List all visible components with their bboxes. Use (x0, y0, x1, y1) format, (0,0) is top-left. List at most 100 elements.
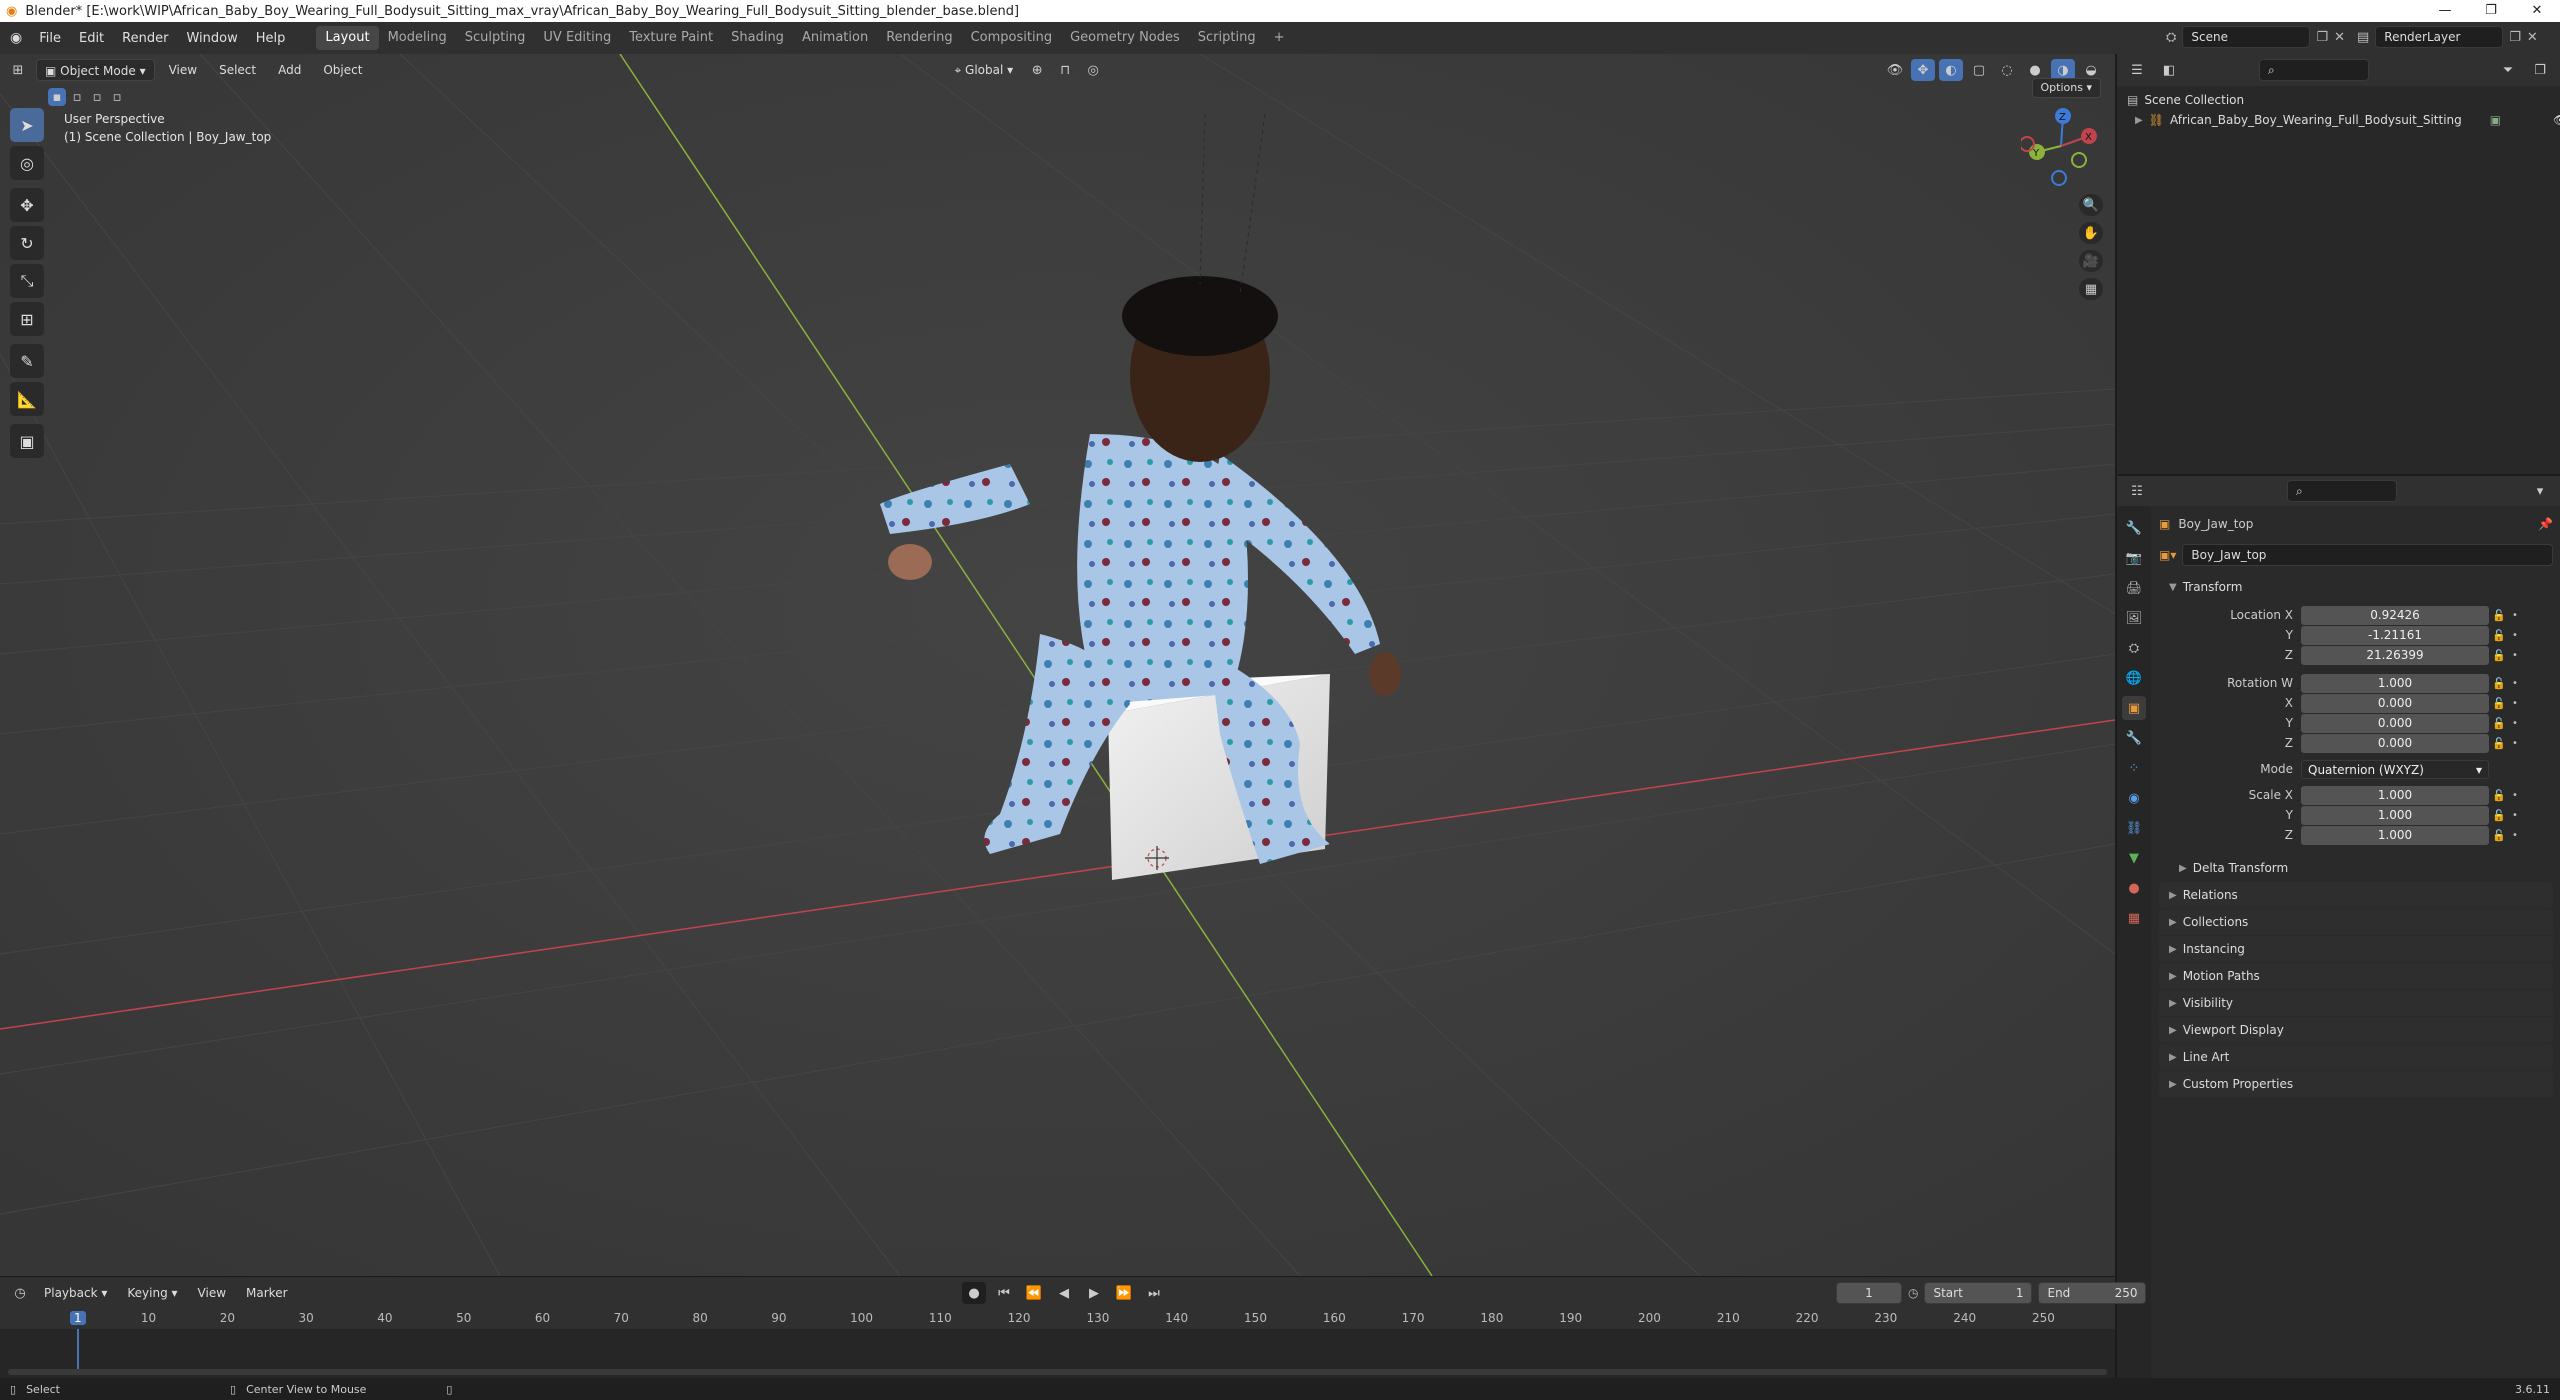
modifier-tab-icon[interactable]: 🔧 (2122, 726, 2146, 750)
add-workspace-button[interactable]: + (1265, 26, 1294, 50)
object-name-field[interactable]: Boy_Jaw_top (2182, 544, 2553, 566)
timeline-scrollbar[interactable] (8, 1369, 2107, 1375)
current-frame-field[interactable]: 1 (1836, 1282, 1902, 1304)
particles-tab-icon[interactable]: ⁘ (2122, 756, 2146, 780)
workspace-tab-animation[interactable]: Animation (793, 26, 877, 50)
properties-search-input[interactable]: ⌕ (2287, 480, 2397, 502)
wireframe-shading-icon[interactable]: ◌ (1995, 59, 2019, 81)
timeline-body[interactable] (0, 1329, 2115, 1379)
zoom-icon[interactable]: 🔍 (2079, 194, 2103, 216)
timeline-menu-playback[interactable]: Playback ▾ (36, 1282, 115, 1304)
motion-paths-panel[interactable]: ▶ Motion Paths (2159, 963, 2553, 989)
options-dropdown[interactable]: Options ▾ (2031, 78, 2101, 98)
viewport-menu-view[interactable]: View (161, 59, 205, 81)
view-layer-selector[interactable]: RenderLayer (2375, 26, 2504, 48)
clock-icon[interactable]: ◷ (1908, 1286, 1918, 1300)
timeline-ruler[interactable]: 1 10 20 30 40 50 60 70 80 90 100 110 120 130 140 150 160… (0, 1309, 2115, 1329)
transform-panel-header[interactable]: ▼ Transform (2159, 574, 2553, 600)
select-extend-icon[interactable]: ▫ (68, 88, 86, 106)
custom-properties-panel[interactable]: ▶ Custom Properties (2159, 1071, 2553, 1097)
delete-view-layer-icon[interactable]: ✕ (2527, 30, 2538, 45)
jump-end-icon[interactable]: ⏭ (1142, 1282, 1166, 1304)
new-scene-icon[interactable]: ❐ (2316, 30, 2328, 45)
texture-tab-icon[interactable]: ▦ (2122, 906, 2146, 930)
close-button[interactable]: ✕ (2514, 0, 2560, 22)
workspace-tab-shading[interactable]: Shading (722, 26, 793, 50)
scale-tool-icon[interactable]: ⤡ (10, 264, 44, 298)
scale-y-field[interactable]: 1.000 (2301, 805, 2489, 825)
lock-icon[interactable]: 🔓 (2489, 789, 2509, 802)
start-frame-field[interactable]: Start 1 (1924, 1282, 2033, 1304)
restore-button[interactable]: ❐ (2468, 0, 2514, 22)
rotate-tool-icon[interactable]: ↻ (10, 226, 44, 260)
play-reverse-icon[interactable]: ◀ (1052, 1282, 1076, 1304)
menu-edit[interactable]: Edit (70, 31, 113, 46)
snap-icon[interactable]: ⊓ (1053, 59, 1077, 81)
constraints-tab-icon[interactable]: ⛓ (2122, 816, 2146, 840)
lock-icon[interactable]: 🔓 (2489, 717, 2509, 730)
select-box-tool-icon[interactable]: ➤ (10, 108, 44, 142)
pin-icon[interactable]: 📌 (2538, 517, 2553, 531)
perspective-toggle-icon[interactable]: ▦ (2079, 278, 2103, 300)
measure-tool-icon[interactable]: 📐 (10, 382, 44, 416)
workspace-tab-geometry-nodes[interactable]: Geometry Nodes (1061, 26, 1189, 50)
data-tab-icon[interactable]: ▼ (2122, 846, 2146, 870)
object-tab-icon[interactable]: ▣ (2122, 696, 2146, 720)
new-view-layer-icon[interactable]: ❐ (2509, 30, 2521, 45)
relations-panel[interactable]: ▶ Relations (2159, 882, 2553, 908)
viewport-menu-add[interactable]: Add (270, 59, 309, 81)
visibility-icon[interactable]: 👁 (1883, 59, 1907, 81)
location-x-field[interactable]: 0.92426 (2301, 605, 2489, 625)
location-z-field[interactable]: 21.26399 (2301, 645, 2489, 665)
lock-icon[interactable]: 🔓 (2489, 629, 2509, 642)
workspace-tab-uv-editing[interactable]: UV Editing (534, 26, 620, 50)
menu-render[interactable]: Render (113, 31, 177, 46)
move-tool-icon[interactable]: ✥ (10, 188, 44, 222)
lock-icon[interactable]: 🔓 (2489, 829, 2509, 842)
jump-keyframe-forward-icon[interactable]: ⏩ (1112, 1282, 1136, 1304)
render-tab-icon[interactable]: 📷 (2122, 546, 2146, 570)
visibility-panel[interactable]: ▶ Visibility (2159, 990, 2553, 1016)
rotation-w-field[interactable]: 1.000 (2301, 673, 2489, 693)
workspace-tab-layout[interactable]: Layout (316, 26, 379, 50)
outliner-item[interactable]: ▶ ⛓ African_Baby_Boy_Wearing_Full_Bodysu… (2127, 110, 2560, 130)
location-y-field[interactable]: -1.21161 (2301, 625, 2489, 645)
scene-selector[interactable]: Scene (2182, 26, 2311, 48)
scale-z-field[interactable]: 1.000 (2301, 825, 2489, 845)
menu-file[interactable]: File (30, 31, 70, 46)
keyframe-dot-icon[interactable]: • (2509, 630, 2521, 641)
3d-viewport[interactable]: ⊞ ▣ Object Mode ▾ View Select Add Object… (0, 54, 2115, 1276)
select-intersect-icon[interactable]: ▫ (108, 88, 126, 106)
select-new-icon[interactable]: ▪ (48, 88, 66, 106)
workspace-tab-sculpting[interactable]: Sculpting (456, 26, 535, 50)
viewport-menu-object[interactable]: Object (315, 59, 370, 81)
line-art-panel[interactable]: ▶ Line Art (2159, 1044, 2553, 1070)
select-subtract-icon[interactable]: ▫ (88, 88, 106, 106)
minimize-button[interactable]: — (2422, 0, 2468, 22)
viewport-menu-select[interactable]: Select (211, 59, 264, 81)
material-tab-icon[interactable]: ● (2122, 876, 2146, 900)
editor-type-icon[interactable]: ☷ (2125, 480, 2149, 502)
menu-help[interactable]: Help (247, 31, 295, 46)
lock-icon[interactable]: 🔓 (2489, 737, 2509, 750)
jump-keyframe-back-icon[interactable]: ⏪ (1022, 1282, 1046, 1304)
workspace-tab-compositing[interactable]: Compositing (962, 26, 1062, 50)
scale-x-field[interactable]: 1.000 (2301, 785, 2489, 805)
end-frame-field[interactable]: End 250 (2038, 1282, 2147, 1304)
keyframe-dot-icon[interactable]: • (2509, 650, 2521, 661)
object-data-icon[interactable]: ▣▾ (2159, 548, 2176, 562)
record-icon[interactable]: ● (962, 1282, 986, 1304)
view-layer-tab-icon[interactable]: 🖼 (2122, 606, 2146, 630)
outliner-search-input[interactable]: ⌕ (2259, 59, 2369, 81)
mode-selector[interactable]: ▣ Object Mode ▾ (36, 59, 155, 81)
lock-icon[interactable]: 🔓 (2489, 697, 2509, 710)
delete-scene-icon[interactable]: ✕ (2334, 30, 2345, 45)
lock-icon[interactable]: 🔓 (2489, 809, 2509, 822)
display-mode-icon[interactable]: ◧ (2157, 59, 2181, 81)
pan-hand-icon[interactable]: ✋ (2079, 222, 2103, 244)
pivot-icon[interactable]: ⊕ (1025, 59, 1049, 81)
jump-start-icon[interactable]: ⏮ (992, 1282, 1016, 1304)
physics-tab-icon[interactable]: ◉ (2122, 786, 2146, 810)
gizmo-toggle-icon[interactable]: ✥ (1911, 59, 1935, 81)
keyframe-dot-icon[interactable]: • (2509, 810, 2521, 821)
